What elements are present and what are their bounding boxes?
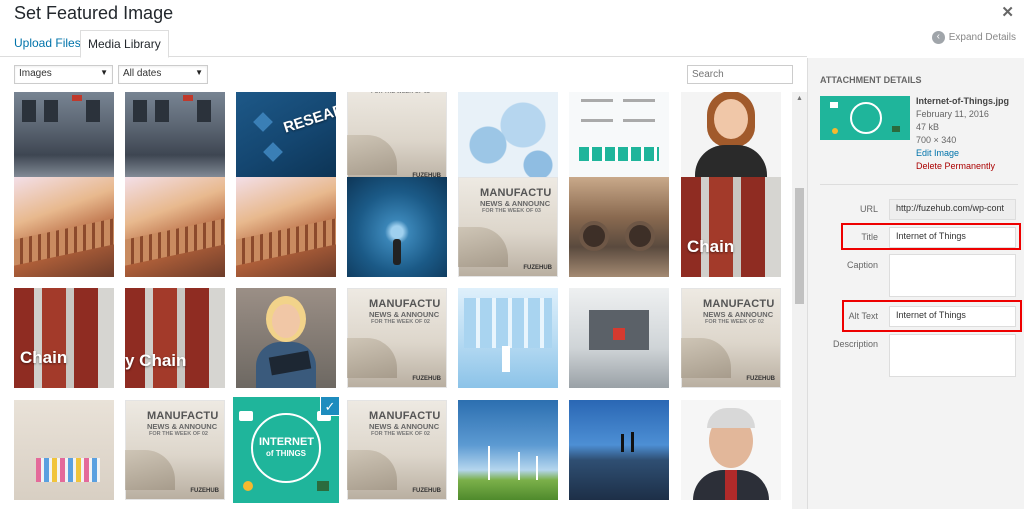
close-icon[interactable]: ✕	[1001, 3, 1014, 21]
attachment-thumb[interactable]	[14, 177, 114, 277]
thumb-label: y Chain	[125, 351, 187, 370]
attachment-thumb[interactable]	[14, 92, 114, 185]
thumb-heading: NEWS & ANNOUNC	[703, 310, 774, 319]
router-tabs: Upload Files Media Library	[0, 30, 807, 58]
caption-field[interactable]	[889, 254, 1016, 297]
media-toolbar: Images ▼ All dates ▼	[0, 58, 807, 92]
details-heading: ATTACHMENT DETAILS	[820, 75, 922, 85]
attachment-thumb[interactable]: Chain	[14, 288, 114, 388]
thumb-brand: FUZEHUB	[523, 265, 552, 271]
thumb-subheading: FOR THE WEEK OF 03	[482, 208, 541, 214]
tab-media-library[interactable]: Media Library	[80, 30, 169, 58]
thumb-label: Chain	[687, 237, 735, 256]
thumb-brand: FUZEHUB	[190, 488, 219, 494]
details-meta: Internet-of-Things.jpg February 11, 2016…	[916, 95, 1009, 173]
scroll-up-icon[interactable]: ▲	[796, 95, 803, 102]
attachment-thumb[interactable]	[681, 400, 781, 500]
caption-label: Caption	[846, 260, 878, 270]
thumb-brand: FUZEHUB	[412, 488, 441, 494]
thumb-label: of THINGS	[266, 449, 306, 458]
attachment-thumb[interactable]: MANUFACTU NEWS & ANNOUNC FOR THE WEEK OF…	[347, 400, 447, 500]
attachment-thumb[interactable]	[236, 288, 336, 388]
grid-scrollbar[interactable]: ▲	[792, 92, 807, 509]
expand-details-button[interactable]: ‹ Expand Details	[931, 31, 1016, 44]
attachment-thumb[interactable]	[236, 177, 336, 277]
attachment-thumb[interactable]	[125, 177, 225, 277]
thumb-brand: FUZEHUB	[746, 376, 775, 382]
thumb-subheading: FOR THE WEEK OF 02	[149, 431, 208, 437]
attachment-thumb[interactable]: RESEARCH	[236, 92, 336, 185]
chevron-down-icon: ▼	[195, 68, 203, 77]
details-thumbnail	[820, 96, 910, 140]
thumb-heading: NEWS & ANNOUNC	[369, 422, 440, 431]
thumb-heading: NEWS & ANNOUNC	[369, 310, 440, 319]
thumb-brand: FUZEHUB	[412, 376, 441, 382]
checkmark-icon[interactable]: ✓	[320, 397, 339, 416]
thumb-heading: MANUFACTU	[369, 298, 441, 310]
attachment-thumb[interactable]: MANUFACTU NEWS & ANNOUNC FOR THE WEEK OF…	[458, 177, 558, 277]
attachment-details-sidebar: ATTACHMENT DETAILS Internet-of-Things.jp…	[807, 58, 1024, 509]
search-input[interactable]	[687, 65, 793, 84]
title-highlight	[841, 223, 1021, 250]
attachment-thumb[interactable]: FOR THE WEEK OF 03 FUZEHUB	[347, 92, 447, 185]
attachment-thumb[interactable]	[458, 400, 558, 500]
thumb-heading: MANUFACTU	[369, 410, 441, 422]
description-field[interactable]	[889, 334, 1016, 377]
details-dimensions: 700 × 340	[916, 135, 957, 145]
attachment-thumb[interactable]	[125, 92, 225, 185]
details-size: 47 kB	[916, 122, 940, 132]
thumb-heading: MANUFACTU	[147, 410, 219, 422]
date-filter-select[interactable]: All dates ▼	[118, 65, 208, 84]
attachments-grid: RESEARCH FOR THE WEEK OF 03 FUZEHUB MANU…	[0, 92, 792, 509]
details-filename: Internet-of-Things.jpg	[916, 96, 1009, 106]
media-modal: Set Featured Image ✕ Upload Files Media …	[0, 0, 1024, 509]
thumb-heading: NEWS & ANNOUNC	[480, 199, 551, 208]
thumb-label: INTERNET	[259, 436, 314, 448]
thumb-subheading: FOR THE WEEK OF 03	[371, 92, 430, 95]
delete-permanently-link[interactable]: Delete Permanently	[916, 160, 1009, 173]
type-filter-value: Images	[19, 68, 52, 79]
thumb-subheading: FOR THE WEEK OF 02	[705, 319, 764, 325]
thumb-heading: NEWS & ANNOUNC	[147, 422, 218, 431]
attachment-thumb[interactable]	[569, 400, 669, 500]
chevron-left-icon: ‹	[931, 31, 945, 44]
attachment-thumb[interactable]: MANUFACTU NEWS & ANNOUNC FOR THE WEEK OF…	[125, 400, 225, 500]
url-field[interactable]: http://fuzehub.com/wp-cont	[889, 199, 1016, 220]
attachment-thumb[interactable]	[681, 92, 781, 185]
attachment-thumb[interactable]	[14, 400, 114, 500]
scrollbar-thumb[interactable]	[795, 188, 804, 304]
description-label: Description	[832, 339, 878, 349]
thumb-heading: MANUFACTU	[703, 298, 775, 310]
attachment-thumb[interactable]: MANUFACTU NEWS & ANNOUNC FOR THE WEEK OF…	[347, 288, 447, 388]
attachment-thumb[interactable]: MANUFACTU NEWS & ANNOUNC FOR THE WEEK OF…	[681, 288, 781, 388]
details-date: February 11, 2016	[916, 109, 989, 119]
attachment-thumb[interactable]	[569, 177, 669, 277]
attachment-thumb[interactable]	[569, 92, 669, 185]
thumb-heading: MANUFACTU	[480, 187, 552, 199]
date-filter-value: All dates	[123, 68, 162, 79]
alt-text-highlight	[842, 300, 1022, 332]
thumb-label: Chain	[20, 348, 68, 367]
thumb-subheading: FOR THE WEEK OF 02	[371, 319, 430, 325]
divider	[820, 184, 1018, 185]
expand-details-label: Expand Details	[948, 32, 1016, 43]
modal-title: Set Featured Image	[14, 3, 174, 23]
attachment-thumb[interactable]	[569, 288, 669, 388]
attachment-thumb[interactable]	[458, 92, 558, 185]
attachment-thumb[interactable]: Chain	[681, 177, 781, 277]
edit-image-link[interactable]: Edit Image	[916, 147, 1009, 160]
attachment-thumb[interactable]	[347, 177, 447, 277]
type-filter-select[interactable]: Images ▼	[14, 65, 113, 84]
thumb-subheading: FOR THE WEEK OF 02	[371, 431, 430, 437]
attachment-thumb-selected[interactable]: INTERNET of THINGS ✓	[233, 397, 339, 503]
tab-upload-files[interactable]: Upload Files	[7, 30, 88, 57]
attachment-thumb[interactable]	[458, 288, 558, 388]
url-label: URL	[859, 204, 878, 214]
attachment-thumb[interactable]: y Chain	[125, 288, 225, 388]
chevron-down-icon: ▼	[100, 68, 108, 77]
